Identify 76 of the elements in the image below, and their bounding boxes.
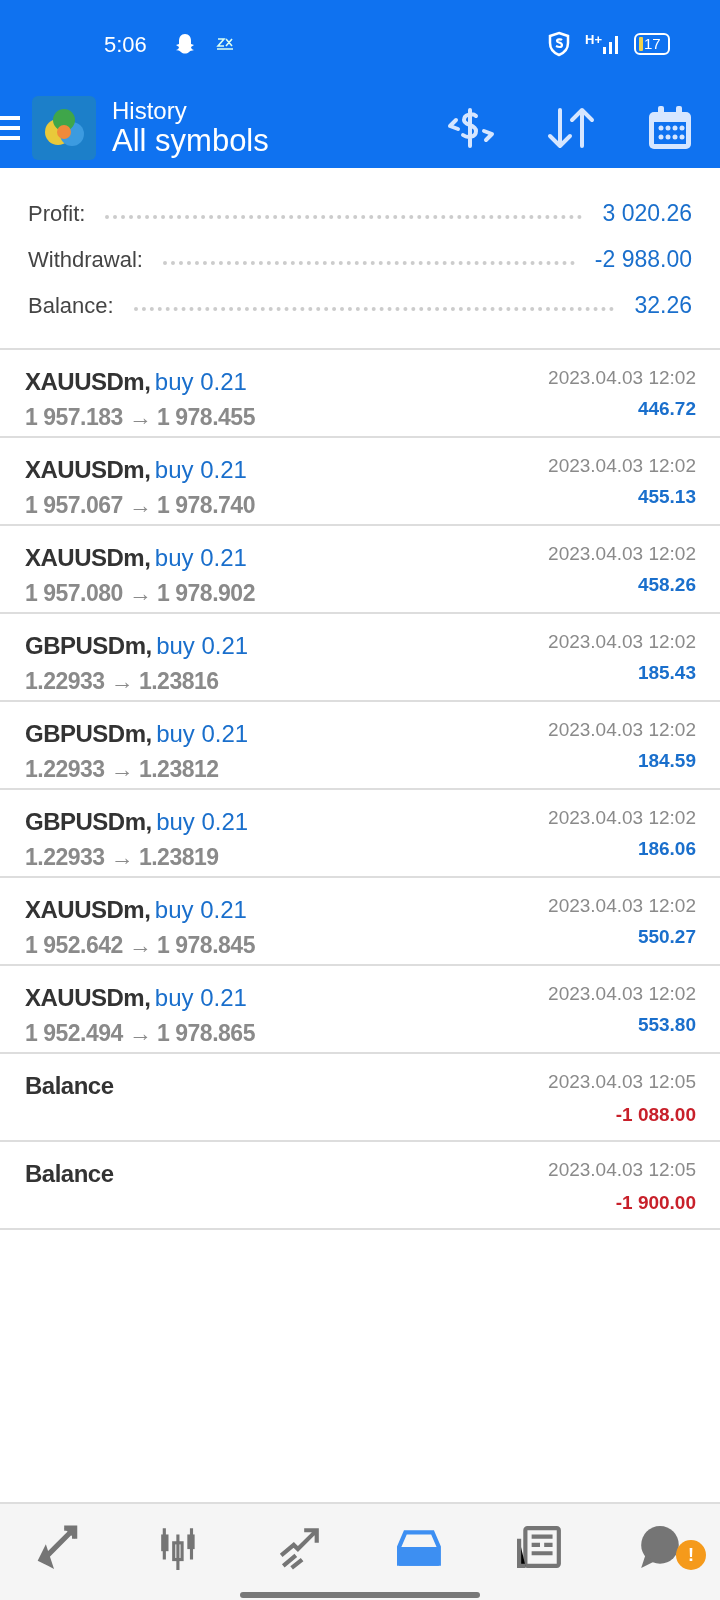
price-range: 1 957.080 → 1 978.902	[25, 579, 255, 608]
symbol-name: GBPUSDm,	[25, 808, 152, 835]
shield-icon	[547, 31, 571, 57]
sort-icon[interactable]	[546, 106, 596, 150]
network-type: H+	[585, 31, 602, 49]
deal-profit: 184.59	[636, 748, 696, 773]
deal-time: 2023.04.03 12:02	[548, 718, 696, 742]
deal-row[interactable]: GBPUSDm, buy 0.21 1.22933 → 1.23819 2023.04.03 12:02 186.06	[0, 790, 720, 878]
signal-icon	[602, 33, 620, 55]
deal-row[interactable]: Balance 2023.04.03 12:05 -1 088.00	[0, 1054, 720, 1142]
deal-time: 2023.04.03 12:02	[548, 542, 696, 566]
order-type: buy 0.21	[154, 368, 247, 395]
order-type: buy 0.21	[156, 632, 249, 659]
order-type: buy 0.21	[154, 896, 247, 923]
symbol-name: XAUUSDm,	[25, 368, 151, 395]
deal-time: 2023.04.03 12:02	[548, 454, 696, 478]
deal-time: 2023.04.03 12:02	[548, 630, 696, 654]
symbol-name: XAUUSDm,	[25, 456, 151, 483]
battery-level: 17	[644, 33, 661, 54]
calendar-icon[interactable]	[646, 104, 694, 152]
deal-profit: 455.13	[636, 484, 696, 509]
deal-time: 2023.04.03 12:02	[548, 982, 696, 1006]
price-range: 1 957.067 → 1 978.740	[25, 491, 255, 520]
price-range: 1 952.494 → 1 978.865	[25, 1019, 255, 1048]
deal-row[interactable]: GBPUSDm, buy 0.21 1.22933 → 1.23816 2023.04.03 12:02 185.43	[0, 614, 720, 702]
price-range: 1.22933 → 1.23812	[25, 755, 220, 784]
symbol-name: GBPUSDm,	[25, 720, 152, 747]
summary-value: -2 988.00	[594, 244, 692, 274]
price-range: 1 952.642 → 1 978.845	[25, 931, 255, 960]
order-type: buy 0.21	[154, 544, 247, 571]
deal-profit: -1 900.00	[614, 1190, 696, 1215]
deal-row[interactable]: Balance 2023.04.03 12:05 -1 900.00	[0, 1142, 720, 1230]
deal-row[interactable]: XAUUSDm, buy 0.21 1 957.080 → 1 978.902 2023.04.03 12:02 458.26	[0, 526, 720, 614]
order-type: buy 0.21	[156, 808, 249, 835]
symbol-name: GBPUSDm,	[25, 632, 152, 659]
summary-label: Profit:	[28, 199, 86, 228]
summary-label: Withdrawal:	[28, 245, 143, 274]
clock: 5:06	[104, 30, 147, 59]
summary-value: 3 020.26	[602, 198, 692, 228]
newspaper-icon	[517, 1524, 563, 1570]
deal-time: 2023.04.03 12:05	[548, 1158, 696, 1182]
price-range: 1 957.183 → 1 978.455	[25, 403, 255, 432]
deal-row[interactable]: XAUUSDm, buy 0.21 1 957.067 → 1 978.740 2023.04.03 12:02 455.13	[0, 438, 720, 526]
price-range: 1.22933 → 1.23819	[25, 843, 220, 872]
summary-value: 32.26	[634, 290, 692, 320]
deal-time: 2023.04.03 12:02	[548, 366, 696, 390]
deal-profit: 185.43	[636, 660, 696, 685]
deal-time: 2023.04.03 12:05	[548, 1070, 696, 1094]
logo-icon	[32, 96, 96, 160]
deal-row[interactable]: XAUUSDm, buy 0.21 1 952.642 → 1 978.845 2023.04.03 12:02 550.27	[0, 878, 720, 966]
deal-profit: -1 088.00	[614, 1102, 696, 1127]
deal-profit: 446.72	[636, 396, 696, 421]
summary-label: Balance:	[28, 291, 114, 320]
price-range: 1.22933 → 1.23816	[25, 667, 220, 696]
deal-profit: 550.27	[636, 924, 696, 949]
deal-profit: 186.06	[636, 836, 696, 861]
symbol-name: XAUUSDm,	[25, 544, 151, 571]
deal-row[interactable]: GBPUSDm, buy 0.21 1.22933 → 1.23812 2023.04.03 12:02 184.59	[0, 702, 720, 790]
deal-row[interactable]: XAUUSDm, buy 0.21 1 952.494 → 1 978.865 2023.04.03 12:02 553.80	[0, 966, 720, 1054]
deal-row[interactable]: XAUUSDm, buy 0.21 1 957.183 → 1 978.455 2023.04.03 12:02 446.72	[0, 350, 720, 438]
screen-title: History	[112, 97, 188, 125]
symbol-name: Balance	[25, 1072, 114, 1099]
symbol-name: XAUUSDm,	[25, 896, 151, 923]
order-type: buy 0.21	[154, 456, 247, 483]
deal-time: 2023.04.03 12:02	[548, 894, 696, 918]
notification-badge: !	[676, 1540, 706, 1570]
symbol-filter[interactable]: All symbols	[112, 124, 269, 159]
app-icon	[214, 37, 235, 51]
menu-icon[interactable]	[0, 113, 22, 143]
symbol-name: XAUUSDm,	[25, 984, 151, 1011]
deal-profit: 553.80	[636, 1012, 696, 1037]
deal-profit: 458.26	[636, 572, 696, 597]
order-type: buy 0.21	[154, 984, 247, 1011]
symbol-name: Balance	[25, 1160, 114, 1187]
deal-time: 2023.04.03 12:02	[548, 806, 696, 830]
order-type: buy 0.21	[156, 720, 249, 747]
